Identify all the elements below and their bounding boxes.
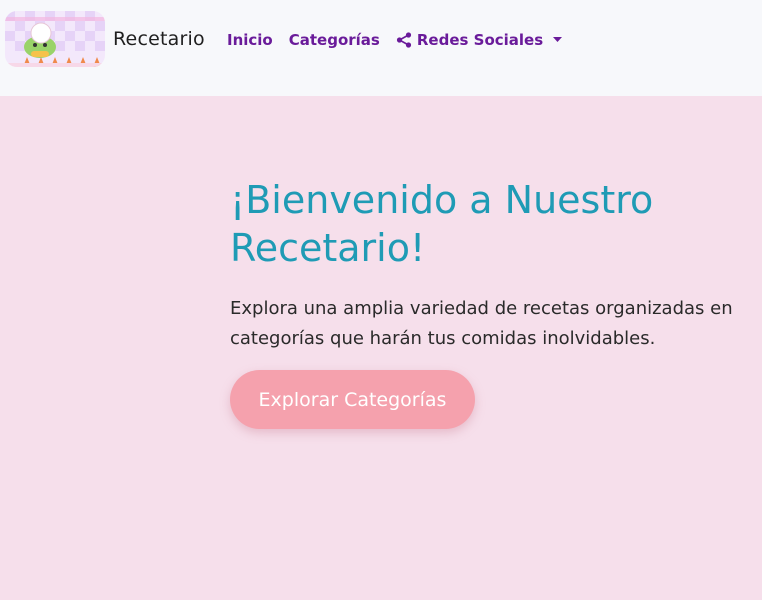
nav-links: Inicio Categorías Redes Sociales	[227, 28, 563, 52]
hero-title: ¡Bienvenido a Nuestro Recetario!	[230, 178, 654, 270]
hero-section: ¡Bienvenido a Nuestro Recetario! Explora…	[230, 176, 750, 354]
brand-name: Recetario	[113, 28, 205, 50]
hero-lead: Explora una amplia variedad de recetas o…	[230, 298, 733, 349]
explore-categories-button[interactable]: Explorar Categorías	[230, 370, 475, 429]
top-navbar: Recetario Inicio Categorías Redes Social…	[0, 0, 762, 96]
chef-bear-logo-icon	[5, 11, 105, 67]
social-dropdown-label: Redes Sociales	[416, 31, 544, 49]
chevron-down-icon	[553, 37, 563, 42]
brand-link[interactable]: Recetario	[5, 11, 205, 67]
nav-link-categorias[interactable]: Categorías	[289, 31, 380, 49]
share-icon	[396, 32, 411, 48]
social-dropdown-toggle[interactable]: Redes Sociales	[396, 31, 563, 49]
nav-link-inicio[interactable]: Inicio	[227, 31, 273, 49]
